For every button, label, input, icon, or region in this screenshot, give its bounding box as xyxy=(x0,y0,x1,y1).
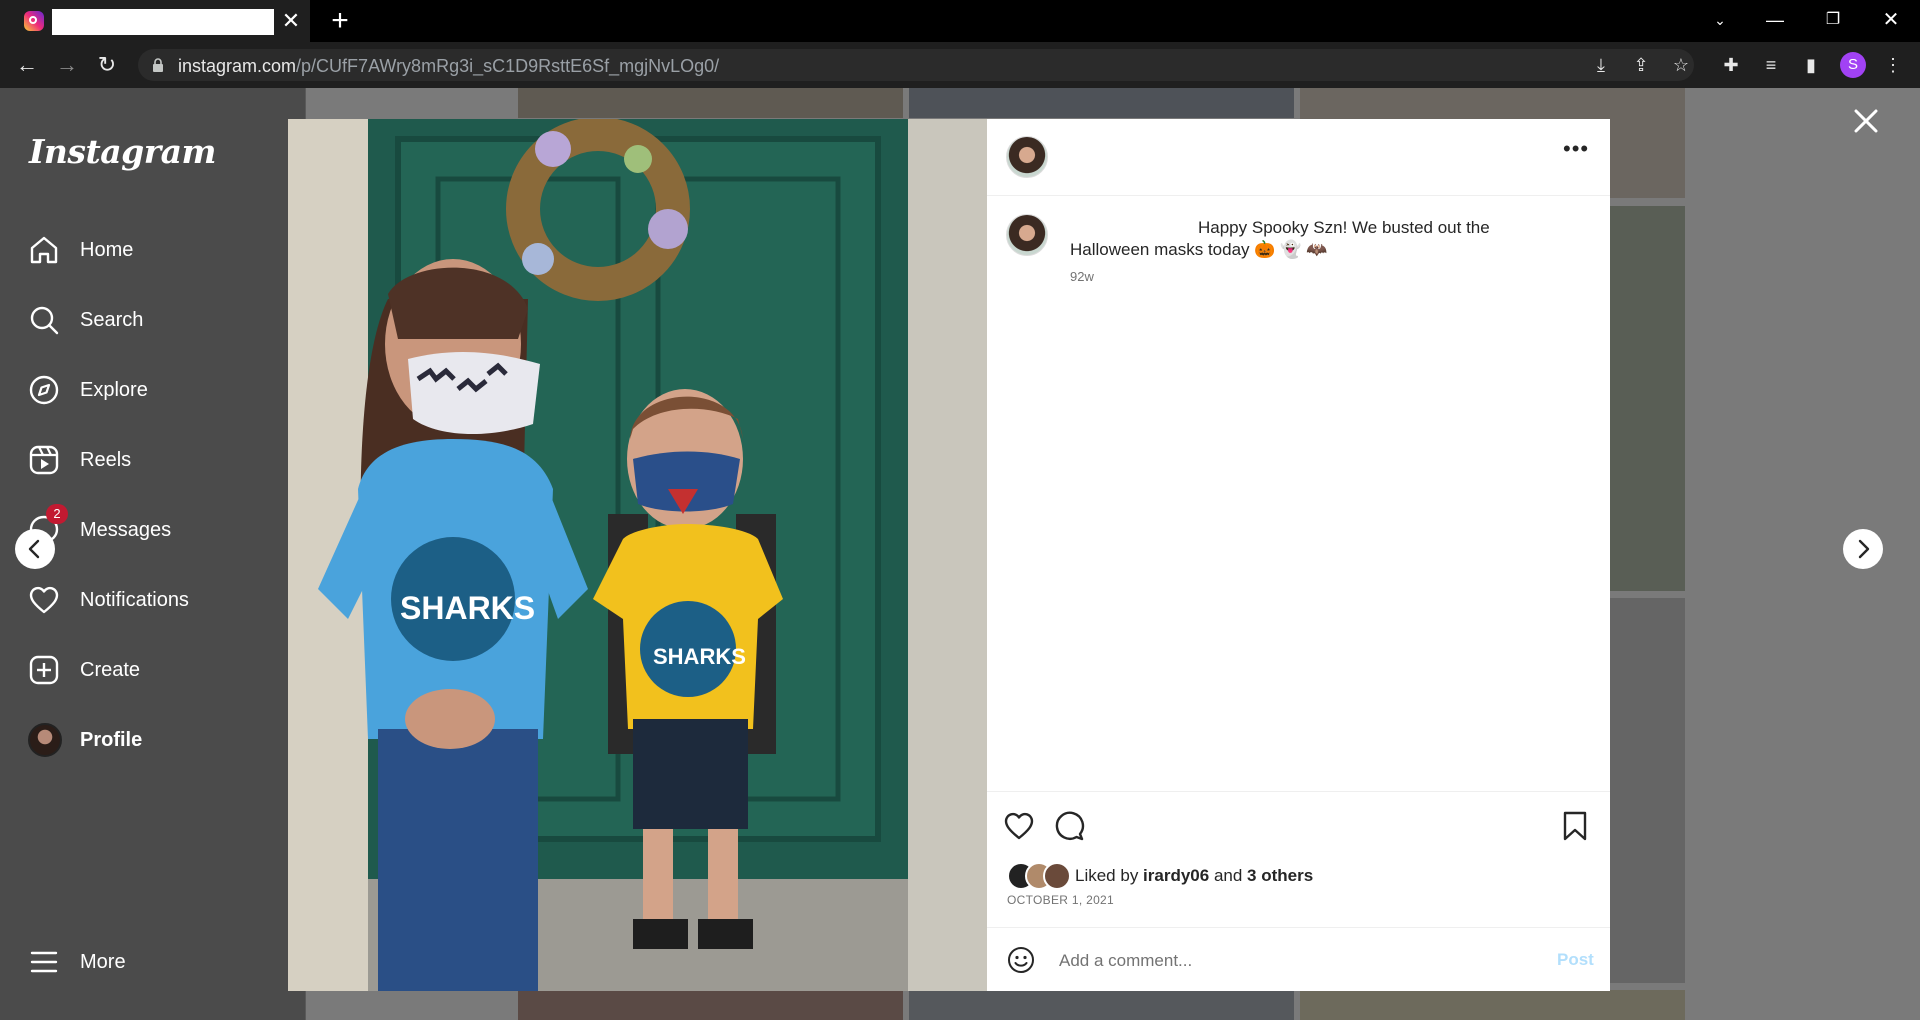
post-date[interactable]: OCTOBER 1, 2021 xyxy=(1007,893,1114,907)
browser-tab[interactable]: ✕ xyxy=(0,0,310,42)
lock-icon xyxy=(153,58,163,72)
grid-tile xyxy=(1610,598,1685,983)
sidebar-item-messages[interactable]: 2 Messages xyxy=(28,504,288,550)
svg-text:SHARKS: SHARKS xyxy=(400,590,535,626)
bookmark-star-icon[interactable]: ☆ xyxy=(1668,52,1694,78)
sidebar-item-create[interactable]: Create xyxy=(28,650,288,690)
sidebar-item-label: Reels xyxy=(80,449,132,471)
post-details-panel: ••• Happy Spooky Szn! We busted out the … xyxy=(987,119,1610,991)
heart-icon xyxy=(29,586,59,614)
post-comment-button[interactable]: Post xyxy=(1557,950,1594,970)
sidebar-item-label: Create xyxy=(80,659,141,681)
sidebar-item-label: Search xyxy=(80,309,144,331)
side-panel-icon[interactable]: ▮ xyxy=(1798,52,1824,78)
address-bar[interactable]: instagram.com/p/CUfF7AWry8mRg3i_sC1D9Rst… xyxy=(138,49,1694,81)
sidebar-item-profile[interactable]: Profile xyxy=(28,720,288,760)
caption-time[interactable]: 92w xyxy=(1070,269,1094,284)
sidebar-item-label: Profile xyxy=(80,729,143,751)
url-text: instagram.com/p/CUfF7AWry8mRg3i_sC1D9Rst… xyxy=(178,56,719,77)
liked-mid: and xyxy=(1209,866,1248,885)
emoji-icon[interactable] xyxy=(1007,946,1035,974)
chevron-right-icon xyxy=(1858,539,1870,559)
grid-tile xyxy=(1300,990,1685,1020)
avatar xyxy=(28,723,62,757)
grid-tile xyxy=(518,990,903,1020)
forward-arrow-icon[interactable]: → xyxy=(52,50,82,80)
liked-by-text: Liked by irardy06 and 3 others xyxy=(1075,866,1313,886)
like-heart-icon[interactable] xyxy=(1003,810,1035,842)
reels-icon xyxy=(29,445,59,475)
browser-menu-icon[interactable]: ⋮ xyxy=(1880,52,1906,78)
save-bookmark-icon[interactable] xyxy=(1559,810,1591,842)
minimize-button[interactable]: — xyxy=(1750,0,1800,42)
search-icon xyxy=(30,306,59,335)
liked-user-link[interactable]: irardy06 xyxy=(1143,866,1209,885)
more-options-button[interactable]: ••• xyxy=(1563,138,1591,163)
post-image: SHARKS SHARKS xyxy=(288,119,987,991)
share-icon[interactable]: ⇪ xyxy=(1628,52,1654,78)
browser-toolbar: ← → ↻ instagram.com/p/CUfF7AWry8mRg3i_sC… xyxy=(0,42,1920,89)
sidebar-item-label: Explore xyxy=(80,379,148,401)
url-host: instagram.com xyxy=(178,56,297,76)
author-avatar[interactable] xyxy=(1006,136,1048,178)
sidebar-item-home[interactable]: Home xyxy=(28,230,288,270)
close-modal-icon[interactable] xyxy=(1852,107,1880,135)
grid-tile xyxy=(518,88,903,118)
tab-close-button[interactable]: ✕ xyxy=(280,6,302,36)
back-arrow-icon[interactable]: ← xyxy=(12,50,42,80)
media-queue-icon[interactable]: ≡ xyxy=(1758,52,1784,78)
url-path: /p/CUfF7AWry8mRg3i_sC1D9RsttE6Sf_mgjNvLO… xyxy=(296,56,720,76)
caption-author-avatar[interactable] xyxy=(1006,214,1048,256)
menu-icon xyxy=(30,951,58,973)
previous-post-button[interactable] xyxy=(15,529,55,569)
post-actions: Liked by irardy06 and 3 others OCTOBER 1… xyxy=(987,791,1610,992)
author-username[interactable] xyxy=(1070,219,1198,233)
reload-icon[interactable]: ↻ xyxy=(92,50,122,80)
sidebar-item-label: More xyxy=(80,951,126,973)
comment-form: Post xyxy=(987,927,1610,993)
sidebar-item-search[interactable]: Search xyxy=(28,300,288,340)
liker-avatar xyxy=(1043,862,1071,890)
sidebar-item-reels[interactable]: Reels xyxy=(28,440,288,480)
comment-input[interactable] xyxy=(1057,946,1501,976)
sidebar-item-notifications[interactable]: Notifications xyxy=(28,580,288,620)
sidebar-item-explore[interactable]: Explore xyxy=(28,370,288,410)
install-icon[interactable]: ⤓ xyxy=(1588,52,1614,78)
restore-button[interactable]: ❐ xyxy=(1808,0,1858,42)
instagram-page: Instagram Home Search Explore Reels 2 Me… xyxy=(0,88,1920,1020)
instagram-logo[interactable]: Instagram xyxy=(29,132,216,171)
extensions-icon[interactable]: ✚ xyxy=(1718,52,1744,78)
sidebar-item-label: Notifications xyxy=(80,589,189,611)
browser-tab-strip: ✕ + ⌄ — ❐ ✕ xyxy=(0,0,1920,42)
plus-square-icon xyxy=(29,655,59,685)
sidebar-item-label: Messages xyxy=(80,519,172,541)
comment-icon[interactable] xyxy=(1053,810,1085,842)
new-tab-button[interactable]: + xyxy=(326,4,354,38)
tab-search-icon[interactable]: ⌄ xyxy=(1695,0,1745,42)
svg-text:SHARKS: SHARKS xyxy=(653,644,746,669)
sidebar-item-label: Home xyxy=(80,239,134,261)
instagram-favicon-icon xyxy=(24,11,44,31)
liked-prefix: Liked by xyxy=(1075,866,1144,885)
compass-icon xyxy=(29,375,59,405)
tab-title xyxy=(52,9,274,35)
home-icon xyxy=(30,236,58,264)
next-post-button[interactable] xyxy=(1843,529,1883,569)
sidebar-item-more[interactable]: More xyxy=(28,942,288,982)
post-caption: Happy Spooky Szn! We busted out the Hall… xyxy=(1070,217,1540,261)
grid-tile xyxy=(1610,206,1685,591)
grid-tile xyxy=(909,88,1294,118)
liker-avatars xyxy=(1007,862,1071,890)
browser-profile-avatar[interactable]: S xyxy=(1840,52,1866,78)
unread-badge: 2 xyxy=(46,504,68,524)
liked-others-link[interactable]: 3 others xyxy=(1247,866,1313,885)
grid-tile xyxy=(909,990,1294,1020)
post-header: ••• xyxy=(987,119,1610,196)
window-close-button[interactable]: ✕ xyxy=(1866,0,1916,42)
post-photo[interactable]: SHARKS SHARKS xyxy=(288,119,987,991)
chevron-left-icon xyxy=(28,539,40,559)
